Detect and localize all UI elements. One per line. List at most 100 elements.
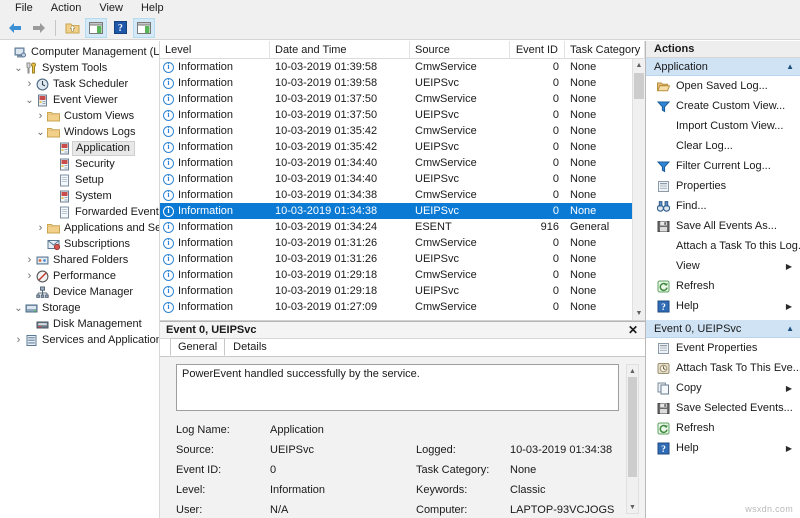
- action-item-find[interactable]: Find...: [646, 196, 800, 216]
- tree-item-security[interactable]: Security: [0, 156, 159, 172]
- cell-source: CmwService: [410, 301, 510, 313]
- action-item-refresh[interactable]: Refresh: [646, 276, 800, 296]
- table-row[interactable]: iInformation10-03-2019 01:29:18CmwServic…: [160, 267, 632, 283]
- action-item-save-selected-events[interactable]: Save Selected Events...: [646, 398, 800, 418]
- action-item-attach-task-to-this-eve[interactable]: Attach Task To This Eve...: [646, 358, 800, 378]
- detail-scroll-up-icon[interactable]: ▲: [627, 365, 638, 377]
- event-list[interactable]: iInformation10-03-2019 01:39:58CmwServic…: [160, 59, 645, 321]
- action-item-view[interactable]: View▶: [646, 256, 800, 276]
- collapse-chevron-icon[interactable]: ▲: [786, 62, 794, 71]
- tree-item-services-and-applications[interactable]: ›Services and Applications: [0, 332, 159, 348]
- scrollbar-thumb[interactable]: [634, 73, 644, 99]
- table-row[interactable]: iInformation10-03-2019 01:34:38UEIPSvc0N…: [160, 203, 632, 219]
- chevron-down-icon[interactable]: ⌄: [35, 127, 46, 138]
- action-item-help[interactable]: ?Help▶: [646, 438, 800, 458]
- event-list-scrollbar[interactable]: ▲ ▼: [632, 59, 645, 320]
- menu-item-help[interactable]: Help: [132, 0, 173, 16]
- action-item-copy[interactable]: Copy▶: [646, 378, 800, 398]
- tree-item-setup[interactable]: Setup: [0, 172, 159, 188]
- table-row[interactable]: iInformation10-03-2019 01:34:40UEIPSvc0N…: [160, 171, 632, 187]
- up-folder-icon[interactable]: [61, 18, 83, 38]
- action-item-event-properties[interactable]: Event Properties: [646, 338, 800, 358]
- actions-list[interactable]: Application▲Open Saved Log...Create Cust…: [646, 58, 800, 458]
- table-row[interactable]: iInformation10-03-2019 01:27:09CmwServic…: [160, 299, 632, 315]
- chevron-right-icon[interactable]: ›: [24, 78, 35, 90]
- chevron-right-icon[interactable]: ›: [24, 254, 35, 266]
- actions-section-header[interactable]: Event 0, UEIPSvc▲: [646, 320, 800, 338]
- tree-item-performance[interactable]: ›Performance: [0, 268, 159, 284]
- chevron-right-icon[interactable]: ›: [13, 334, 24, 346]
- table-row[interactable]: iInformation10-03-2019 01:34:40CmwServic…: [160, 155, 632, 171]
- table-row[interactable]: iInformation10-03-2019 01:37:50UEIPSvc0N…: [160, 107, 632, 123]
- event-detail-tabs[interactable]: GeneralDetails: [160, 339, 645, 356]
- chevron-right-icon[interactable]: ›: [24, 270, 35, 282]
- action-item-create-custom-view[interactable]: Create Custom View...: [646, 96, 800, 116]
- detail-scrollbar-thumb[interactable]: [628, 377, 637, 477]
- tree-item-task-scheduler[interactable]: ›Task Scheduler: [0, 76, 159, 92]
- column-header-event-id[interactable]: Event ID: [510, 41, 565, 59]
- menu-item-file[interactable]: File: [6, 0, 42, 16]
- forward-arrow-icon[interactable]: [28, 18, 50, 38]
- chevron-right-icon[interactable]: ›: [35, 110, 46, 122]
- close-icon[interactable]: ✕: [625, 323, 641, 337]
- tree-item-windows-logs[interactable]: ⌄Windows Logs: [0, 124, 159, 140]
- tree-item-event-viewer[interactable]: ⌄Event Viewer: [0, 92, 159, 108]
- scroll-down-icon[interactable]: ▼: [633, 307, 645, 320]
- collapse-chevron-icon[interactable]: ▲: [786, 324, 794, 333]
- tree-item-system[interactable]: System: [0, 188, 159, 204]
- tree-item-forwarded-event[interactable]: Forwarded Event: [0, 204, 159, 220]
- column-header-task-category[interactable]: Task Category: [565, 41, 645, 59]
- console-tree[interactable]: Computer Management (Local)⌄System Tools…: [0, 41, 160, 518]
- chevron-down-icon[interactable]: ⌄: [13, 63, 24, 74]
- actions-section-header[interactable]: Application▲: [646, 58, 800, 76]
- action-item-attach-a-task-to-this-log[interactable]: Attach a Task To this Log...: [646, 236, 800, 256]
- scroll-up-icon[interactable]: ▲: [633, 59, 645, 72]
- action-item-label: Help: [672, 300, 786, 312]
- menu-item-action[interactable]: Action: [42, 0, 91, 16]
- table-row[interactable]: iInformation10-03-2019 01:34:24ESENT916G…: [160, 219, 632, 235]
- back-arrow-icon[interactable]: [4, 18, 26, 38]
- action-item-import-custom-view[interactable]: Import Custom View...: [646, 116, 800, 136]
- table-row[interactable]: iInformation10-03-2019 01:37:50CmwServic…: [160, 91, 632, 107]
- show-hide-console-tree-icon[interactable]: [85, 18, 107, 38]
- tree-item-shared-folders[interactable]: ›Shared Folders: [0, 252, 159, 268]
- tab-general[interactable]: General: [170, 338, 225, 356]
- table-row[interactable]: iInformation10-03-2019 01:29:18UEIPSvc0N…: [160, 283, 632, 299]
- chevron-right-icon[interactable]: ›: [35, 222, 46, 234]
- action-item-save-all-events-as[interactable]: Save All Events As...: [646, 216, 800, 236]
- action-item-open-saved-log[interactable]: Open Saved Log...: [646, 76, 800, 96]
- table-row[interactable]: iInformation10-03-2019 01:35:42UEIPSvc0N…: [160, 139, 632, 155]
- tree-item-application[interactable]: Application: [0, 140, 159, 156]
- menu-item-view[interactable]: View: [90, 0, 132, 16]
- tree-item-label: System: [72, 190, 112, 202]
- action-item-help[interactable]: ?Help▶: [646, 296, 800, 316]
- action-item-filter-current-log[interactable]: Filter Current Log...: [646, 156, 800, 176]
- tree-item-applications-and-ser[interactable]: ›Applications and Ser: [0, 220, 159, 236]
- action-item-properties[interactable]: Properties: [646, 176, 800, 196]
- tree-item-system-tools[interactable]: ⌄System Tools: [0, 60, 159, 76]
- tree-item-computer-management-local[interactable]: Computer Management (Local): [0, 44, 159, 60]
- table-row[interactable]: iInformation10-03-2019 01:35:42CmwServic…: [160, 123, 632, 139]
- action-item-clear-log[interactable]: Clear Log...: [646, 136, 800, 156]
- table-row[interactable]: iInformation10-03-2019 01:31:26CmwServic…: [160, 235, 632, 251]
- chevron-down-icon[interactable]: ⌄: [13, 303, 24, 314]
- tree-item-subscriptions[interactable]: Subscriptions: [0, 236, 159, 252]
- tree-item-device-manager[interactable]: Device Manager: [0, 284, 159, 300]
- column-header-source[interactable]: Source: [410, 41, 510, 59]
- event-detail-scrollbar[interactable]: ▲ ▼: [626, 364, 639, 514]
- table-row[interactable]: iInformation10-03-2019 01:39:58UEIPSvc0N…: [160, 75, 632, 91]
- tree-item-disk-management[interactable]: Disk Management: [0, 316, 159, 332]
- detail-scroll-down-icon[interactable]: ▼: [627, 501, 638, 513]
- table-row[interactable]: iInformation10-03-2019 01:31:26UEIPSvc0N…: [160, 251, 632, 267]
- table-row[interactable]: iInformation10-03-2019 01:34:38CmwServic…: [160, 187, 632, 203]
- tree-item-custom-views[interactable]: ›Custom Views: [0, 108, 159, 124]
- column-header-level[interactable]: Level: [160, 41, 270, 59]
- action-item-refresh[interactable]: Refresh: [646, 418, 800, 438]
- chevron-down-icon[interactable]: ⌄: [24, 95, 35, 106]
- column-header-date-and-time[interactable]: Date and Time: [270, 41, 410, 59]
- help-icon[interactable]: ?: [109, 18, 131, 38]
- table-row[interactable]: iInformation10-03-2019 01:39:58CmwServic…: [160, 59, 632, 75]
- tab-details[interactable]: Details: [225, 338, 275, 356]
- show-hide-action-pane-icon[interactable]: [133, 18, 155, 38]
- tree-item-storage[interactable]: ⌄Storage: [0, 300, 159, 316]
